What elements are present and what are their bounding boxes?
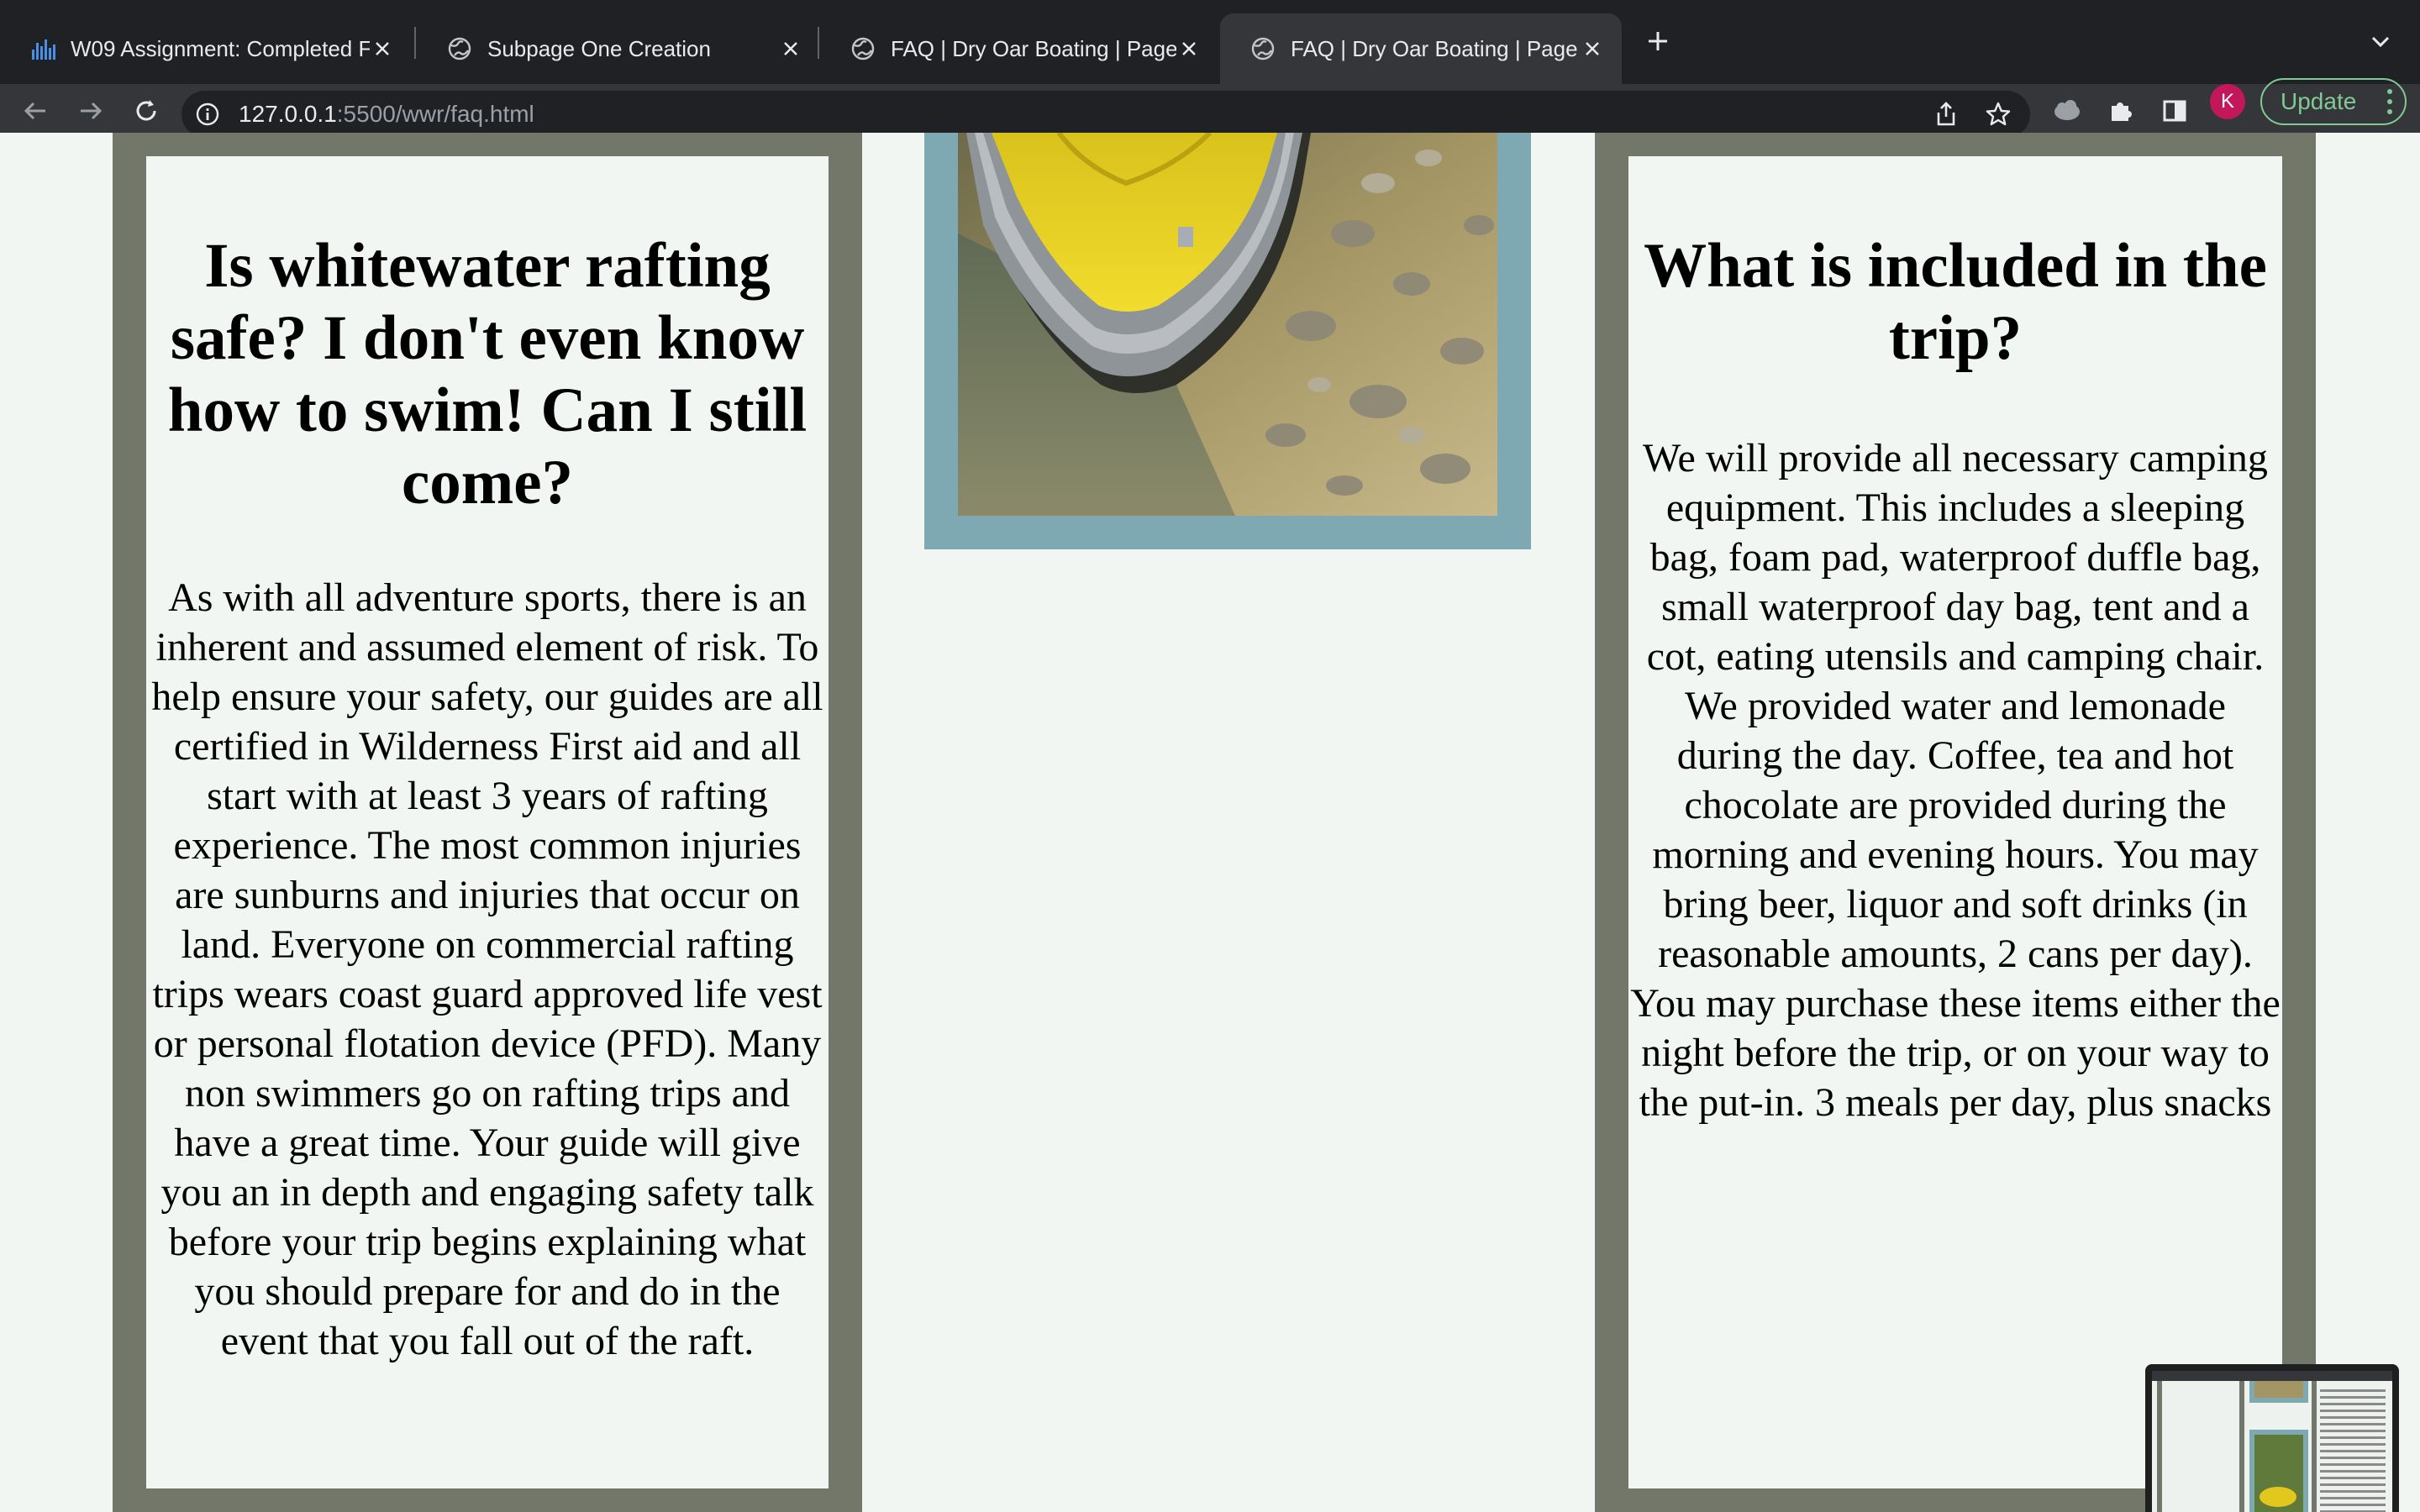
- faq-answer: We will provide all necessary camping eq…: [1630, 436, 2281, 1125]
- faq-question: What is included in the trip?: [1644, 231, 2267, 373]
- globe-icon: [1250, 36, 1276, 61]
- info-icon[interactable]: [195, 102, 220, 127]
- faq-question: Is whitewater rafting safe? I don't even…: [167, 231, 808, 517]
- tab-title: Subpage One Creation: [487, 35, 711, 61]
- forward-button[interactable]: [72, 92, 109, 129]
- raft-photo: [958, 133, 1497, 516]
- tab-title: W09 Assignment: Completed F: [71, 35, 370, 61]
- faq-card-frame-left: Is whitewater rafting safe? I don't even…: [113, 133, 862, 1512]
- tab-faq-page2-active[interactable]: FAQ | Dry Oar Boating | Page 2: [1220, 13, 1622, 84]
- reload-button[interactable]: [128, 92, 165, 129]
- update-button[interactable]: Update: [2260, 78, 2407, 125]
- faq-card-frame-right: What is included in the trip? We will pr…: [1595, 133, 2316, 1512]
- puzzle-icon: [2112, 102, 2132, 121]
- globe-icon: [850, 36, 876, 61]
- tab-faq-page2[interactable]: FAQ | Dry Oar Boating | Page 2: [820, 13, 1218, 84]
- tab-strip: W09 Assignment: Completed F Subpage One …: [0, 0, 2420, 84]
- plus-icon: [1649, 32, 1667, 50]
- more-menu-icon: [2387, 89, 2392, 114]
- bar-chart-icon: [30, 36, 55, 61]
- page-viewport: Is whitewater rafting safe? I don't even…: [0, 133, 2420, 1512]
- tab-w09-assignment[interactable]: W09 Assignment: Completed F: [0, 13, 412, 84]
- faq-card-right: What is included in the trip? We will pr…: [1628, 156, 2282, 1488]
- tab-subpage-one[interactable]: Subpage One Creation: [417, 13, 820, 84]
- tab-title: FAQ | Dry Oar Boating | Page 2: [891, 35, 1176, 61]
- share-button[interactable]: [1931, 99, 1961, 129]
- chevron-down-icon: [2371, 36, 2390, 48]
- arrow-left-icon: [24, 102, 45, 120]
- extensions-button[interactable]: [2102, 92, 2139, 129]
- picture-in-picture-preview[interactable]: [2145, 1364, 2399, 1512]
- share-icon: [1937, 102, 1955, 126]
- tab-divider: [414, 27, 416, 59]
- side-panel-button[interactable]: [2156, 92, 2193, 129]
- star-icon: [1986, 102, 2011, 126]
- faq-card-left: Is whitewater rafting safe? I don't even…: [146, 156, 829, 1488]
- tab-search-button[interactable]: [2361, 22, 2400, 60]
- cloud-extension-icon: [2054, 100, 2080, 120]
- reload-icon: [136, 100, 156, 121]
- tab-title: FAQ | Dry Oar Boating | Page 2: [1291, 35, 1580, 61]
- raft-photo-frame: [924, 133, 1531, 549]
- close-icon[interactable]: [1176, 36, 1202, 61]
- faq-answer: As with all adventure sports, there is a…: [151, 575, 823, 1363]
- tab-divider: [818, 27, 819, 59]
- arrow-right-icon: [81, 102, 103, 120]
- close-icon[interactable]: [370, 36, 395, 61]
- address-bar[interactable]: 127.0.0.1:5500/wwr/faq.html: [182, 91, 2030, 138]
- url-text[interactable]: 127.0.0.1:5500/wwr/faq.html: [239, 102, 534, 127]
- close-icon[interactable]: [1580, 36, 1605, 61]
- back-button[interactable]: [17, 92, 54, 129]
- update-label: Update: [2281, 88, 2357, 114]
- url-host: 127.0.0.1: [239, 101, 337, 127]
- close-icon[interactable]: [778, 36, 803, 61]
- url-path: :5500/wwr/faq.html: [336, 101, 534, 127]
- preview-content: [2152, 1371, 2392, 1512]
- browser-toolbar: 127.0.0.1:5500/wwr/faq.html: [0, 84, 2420, 138]
- new-tab-button[interactable]: [1639, 22, 1677, 60]
- globe-icon: [447, 36, 472, 61]
- profile-avatar[interactable]: K: [2210, 84, 2245, 119]
- extension-button[interactable]: [2049, 92, 2086, 129]
- side-panel-icon: [2163, 100, 2186, 122]
- bookmark-button[interactable]: [1983, 99, 2013, 129]
